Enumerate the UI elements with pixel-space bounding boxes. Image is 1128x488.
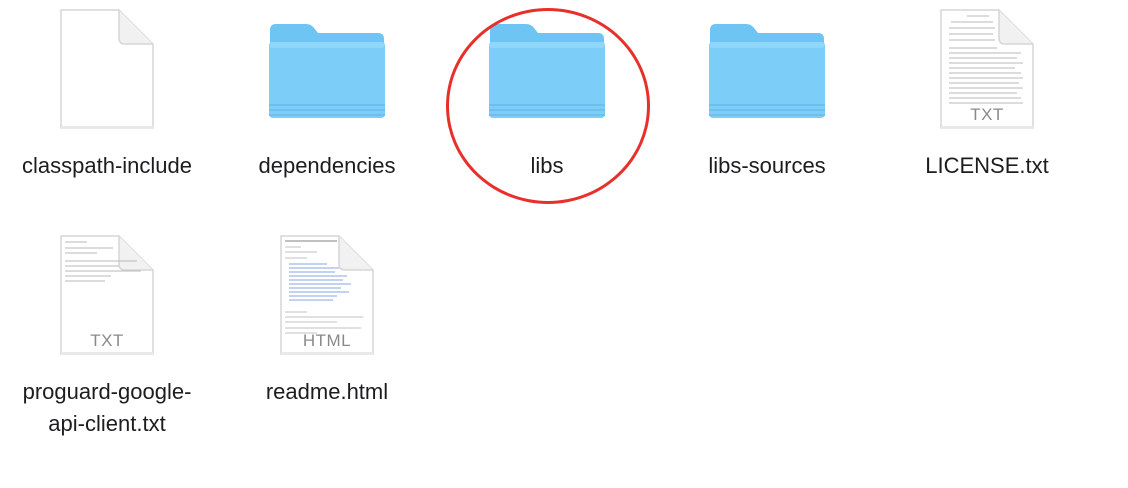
text-document-icon: TXT	[57, 234, 157, 363]
file-label: proguard-google- api-client.txt	[0, 376, 217, 440]
file-type-label: HTML	[303, 331, 351, 350]
text-document-icon: TXT	[937, 8, 1037, 137]
file-type-label: TXT	[970, 105, 1004, 124]
html-document-icon: HTML	[277, 234, 377, 363]
file-label: classpath-include	[22, 153, 192, 178]
file-label: libs	[530, 153, 564, 178]
file-label-line-1: proguard-google-	[22, 379, 192, 404]
file-label: libs-sources	[708, 153, 826, 178]
file-label: LICENSE.txt	[925, 153, 1049, 178]
file-label: dependencies	[258, 153, 396, 178]
folder-icon	[266, 20, 388, 127]
blank-document-icon	[57, 8, 157, 137]
file-label: readme.html	[265, 379, 389, 404]
file-type-label: TXT	[90, 331, 124, 350]
finder-icon-grid: classpath-include dependencies libs libs…	[0, 0, 1128, 488]
file-label-line-2: api-client.txt	[48, 411, 166, 436]
folder-icon	[486, 20, 608, 127]
folder-icon	[706, 20, 828, 127]
